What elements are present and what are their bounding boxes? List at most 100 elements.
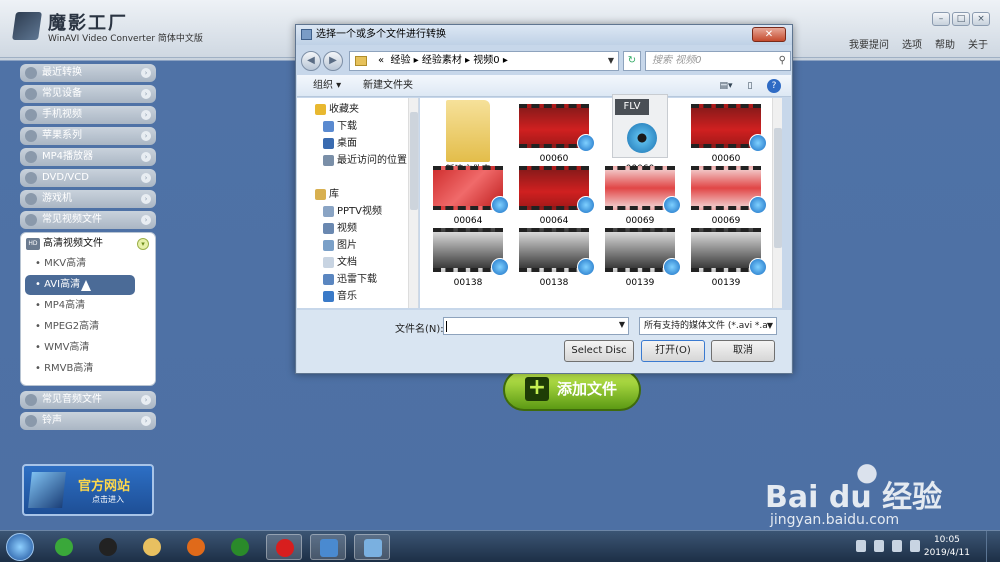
file-tile[interactable]: 00138 [514,228,595,288]
sidebar-item[interactable]: 常见音频文件 › [20,391,156,409]
sidebar-item[interactable]: 铃声 › [20,412,156,430]
sidebar-item[interactable]: 苹果系列 › [20,127,156,145]
sidebar-item[interactable]: 常见设备 › [20,85,156,103]
file-tile[interactable]: 00139 [686,228,767,288]
search-input[interactable]: 搜索 视频0 ⚲ [645,51,791,71]
volume-icon[interactable] [910,540,920,552]
nav-item[interactable]: 最近访问的位置 [297,152,418,169]
nav-item[interactable]: 库 [297,186,418,203]
nav-item[interactable]: 收藏夹 [297,101,418,118]
filter-dropdown-icon[interactable]: ▼ [766,318,773,334]
maximize-button[interactable]: □ [952,12,970,26]
cancel-button[interactable]: 取消 [711,340,775,362]
nav-item[interactable]: 桌面 [297,135,418,152]
sidebar-item[interactable]: 最近转换 › [20,64,156,82]
hd-video-header[interactable]: HD 高清视频文件 ▾ [25,235,151,253]
format-item[interactable]: • AVI高清 [25,275,135,295]
view-icon[interactable]: ▤▾ [719,79,733,93]
chevron-right-icon[interactable]: › [141,89,151,99]
sidebar-item[interactable]: DVD/VCD › [20,169,156,187]
official-site-banner[interactable]: 官方网站 点击进入 [22,464,154,516]
path-breadcrumb[interactable]: « 经验 ▸ 经验素材 ▸ 视频0 ▸ ▼ [349,51,619,71]
open-button[interactable]: 打开(O) [641,340,705,362]
qq-app-button[interactable] [90,534,126,560]
sidebar-item[interactable]: 常见视频文件 › [20,211,156,229]
search-icon[interactable]: ⚲ [779,52,786,70]
format-item[interactable]: • WMV高清 [25,338,151,358]
file-scrollbar[interactable] [772,98,782,308]
record-app-button[interactable] [266,534,302,560]
chevron-right-icon[interactable]: › [141,68,151,78]
path-more[interactable]: ▸ [503,55,508,66]
file-tile[interactable]: 00064 [428,166,509,226]
network-icon[interactable] [892,540,902,552]
file-tile[interactable]: 00064 [514,166,595,226]
forward-button[interactable]: ▶ [323,51,343,71]
collapse-icon[interactable]: ▾ [137,238,149,250]
file-tile[interactable]: 00069 [686,166,767,226]
file-tile[interactable]: 00060 [686,104,767,164]
winavi-app-button[interactable] [310,534,346,560]
menu-help[interactable]: 帮助 [935,36,955,51]
keyboard-icon[interactable] [856,540,866,552]
path-dropdown-icon[interactable]: ▼ [608,52,614,70]
flag-icon[interactable] [874,540,884,552]
file-tile[interactable]: 新建文件夹 [428,100,508,175]
sidebar-item[interactable]: 手机视频 › [20,106,156,124]
format-item[interactable]: • MKV高清 [25,254,151,274]
help-icon[interactable]: ? [767,79,781,93]
format-item[interactable]: • MPEG2高清 [25,317,151,337]
notepad-app-button[interactable] [354,534,390,560]
refresh-app-button[interactable] [46,534,82,560]
select-disc-button[interactable]: Select Disc [564,340,634,362]
nav-item[interactable]: 视频 [297,220,418,237]
file-tile[interactable]: 00138 [428,228,509,288]
chevron-right-icon[interactable]: › [141,416,151,426]
path-video0[interactable]: 视频0 [473,55,499,66]
filename-input[interactable]: ▼ [443,317,629,335]
chevron-right-icon[interactable]: › [141,131,151,141]
clock[interactable]: 10:05 2019/4/11 [924,534,970,560]
add-file-button[interactable]: + 添加文件 [503,369,641,411]
nav-item[interactable]: 文档 [297,254,418,271]
nav-item[interactable]: PPTV视频 [297,203,418,220]
chevron-right-icon[interactable]: › [141,152,151,162]
nav-item[interactable]: 音乐 [297,288,418,305]
video-app-button[interactable] [222,534,258,560]
minimize-button[interactable]: – [932,12,950,26]
refresh-button[interactable]: ↻ [623,51,641,71]
chevron-right-icon[interactable]: › [141,395,151,405]
filename-dropdown-icon[interactable]: ▼ [619,320,625,329]
show-desktop-button[interactable] [986,531,1000,562]
path-overflow[interactable]: « [378,55,384,66]
nav-item[interactable]: 迅雷下载 [297,271,418,288]
start-button[interactable] [6,533,34,561]
menu-options[interactable]: 选项 [902,36,922,51]
new-folder-button[interactable]: 新建文件夹 [363,75,413,97]
chevron-right-icon[interactable]: › [141,110,151,120]
sidebar-item[interactable]: 游戏机 › [20,190,156,208]
path-sucai[interactable]: 经验素材 [422,55,462,66]
dialog-close-button[interactable]: ✕ [752,27,786,42]
explorer-app-button[interactable] [134,534,170,560]
nav-scrollbar[interactable] [408,98,418,308]
back-button[interactable]: ◀ [301,51,321,71]
chevron-right-icon[interactable]: › [141,173,151,183]
file-type-filter[interactable]: 所有支持的媒体文件 (*.avi *.as ▼ [639,317,777,335]
file-tile[interactable]: FLV00060 [600,94,680,174]
close-button[interactable]: × [972,12,990,26]
organize-button[interactable]: 组织 ▾ [313,75,341,97]
firefox-app-button[interactable] [178,534,214,560]
path-jingyan[interactable]: 经验 [390,55,410,66]
file-tile[interactable]: 00060 [514,104,595,164]
format-item[interactable]: • RMVB高清 [25,359,151,379]
format-item[interactable]: • MP4高清 [25,296,151,316]
sidebar-item[interactable]: MP4播放器 › [20,148,156,166]
menu-about[interactable]: 关于 [968,36,988,51]
menu-ask[interactable]: 我要提问 [849,36,889,51]
file-tile[interactable]: 00139 [600,228,681,288]
chevron-right-icon[interactable]: › [141,194,151,204]
preview-pane-icon[interactable]: ▯ [743,79,757,93]
nav-item[interactable]: 图片 [297,237,418,254]
file-tile[interactable]: 00069 [600,166,681,226]
